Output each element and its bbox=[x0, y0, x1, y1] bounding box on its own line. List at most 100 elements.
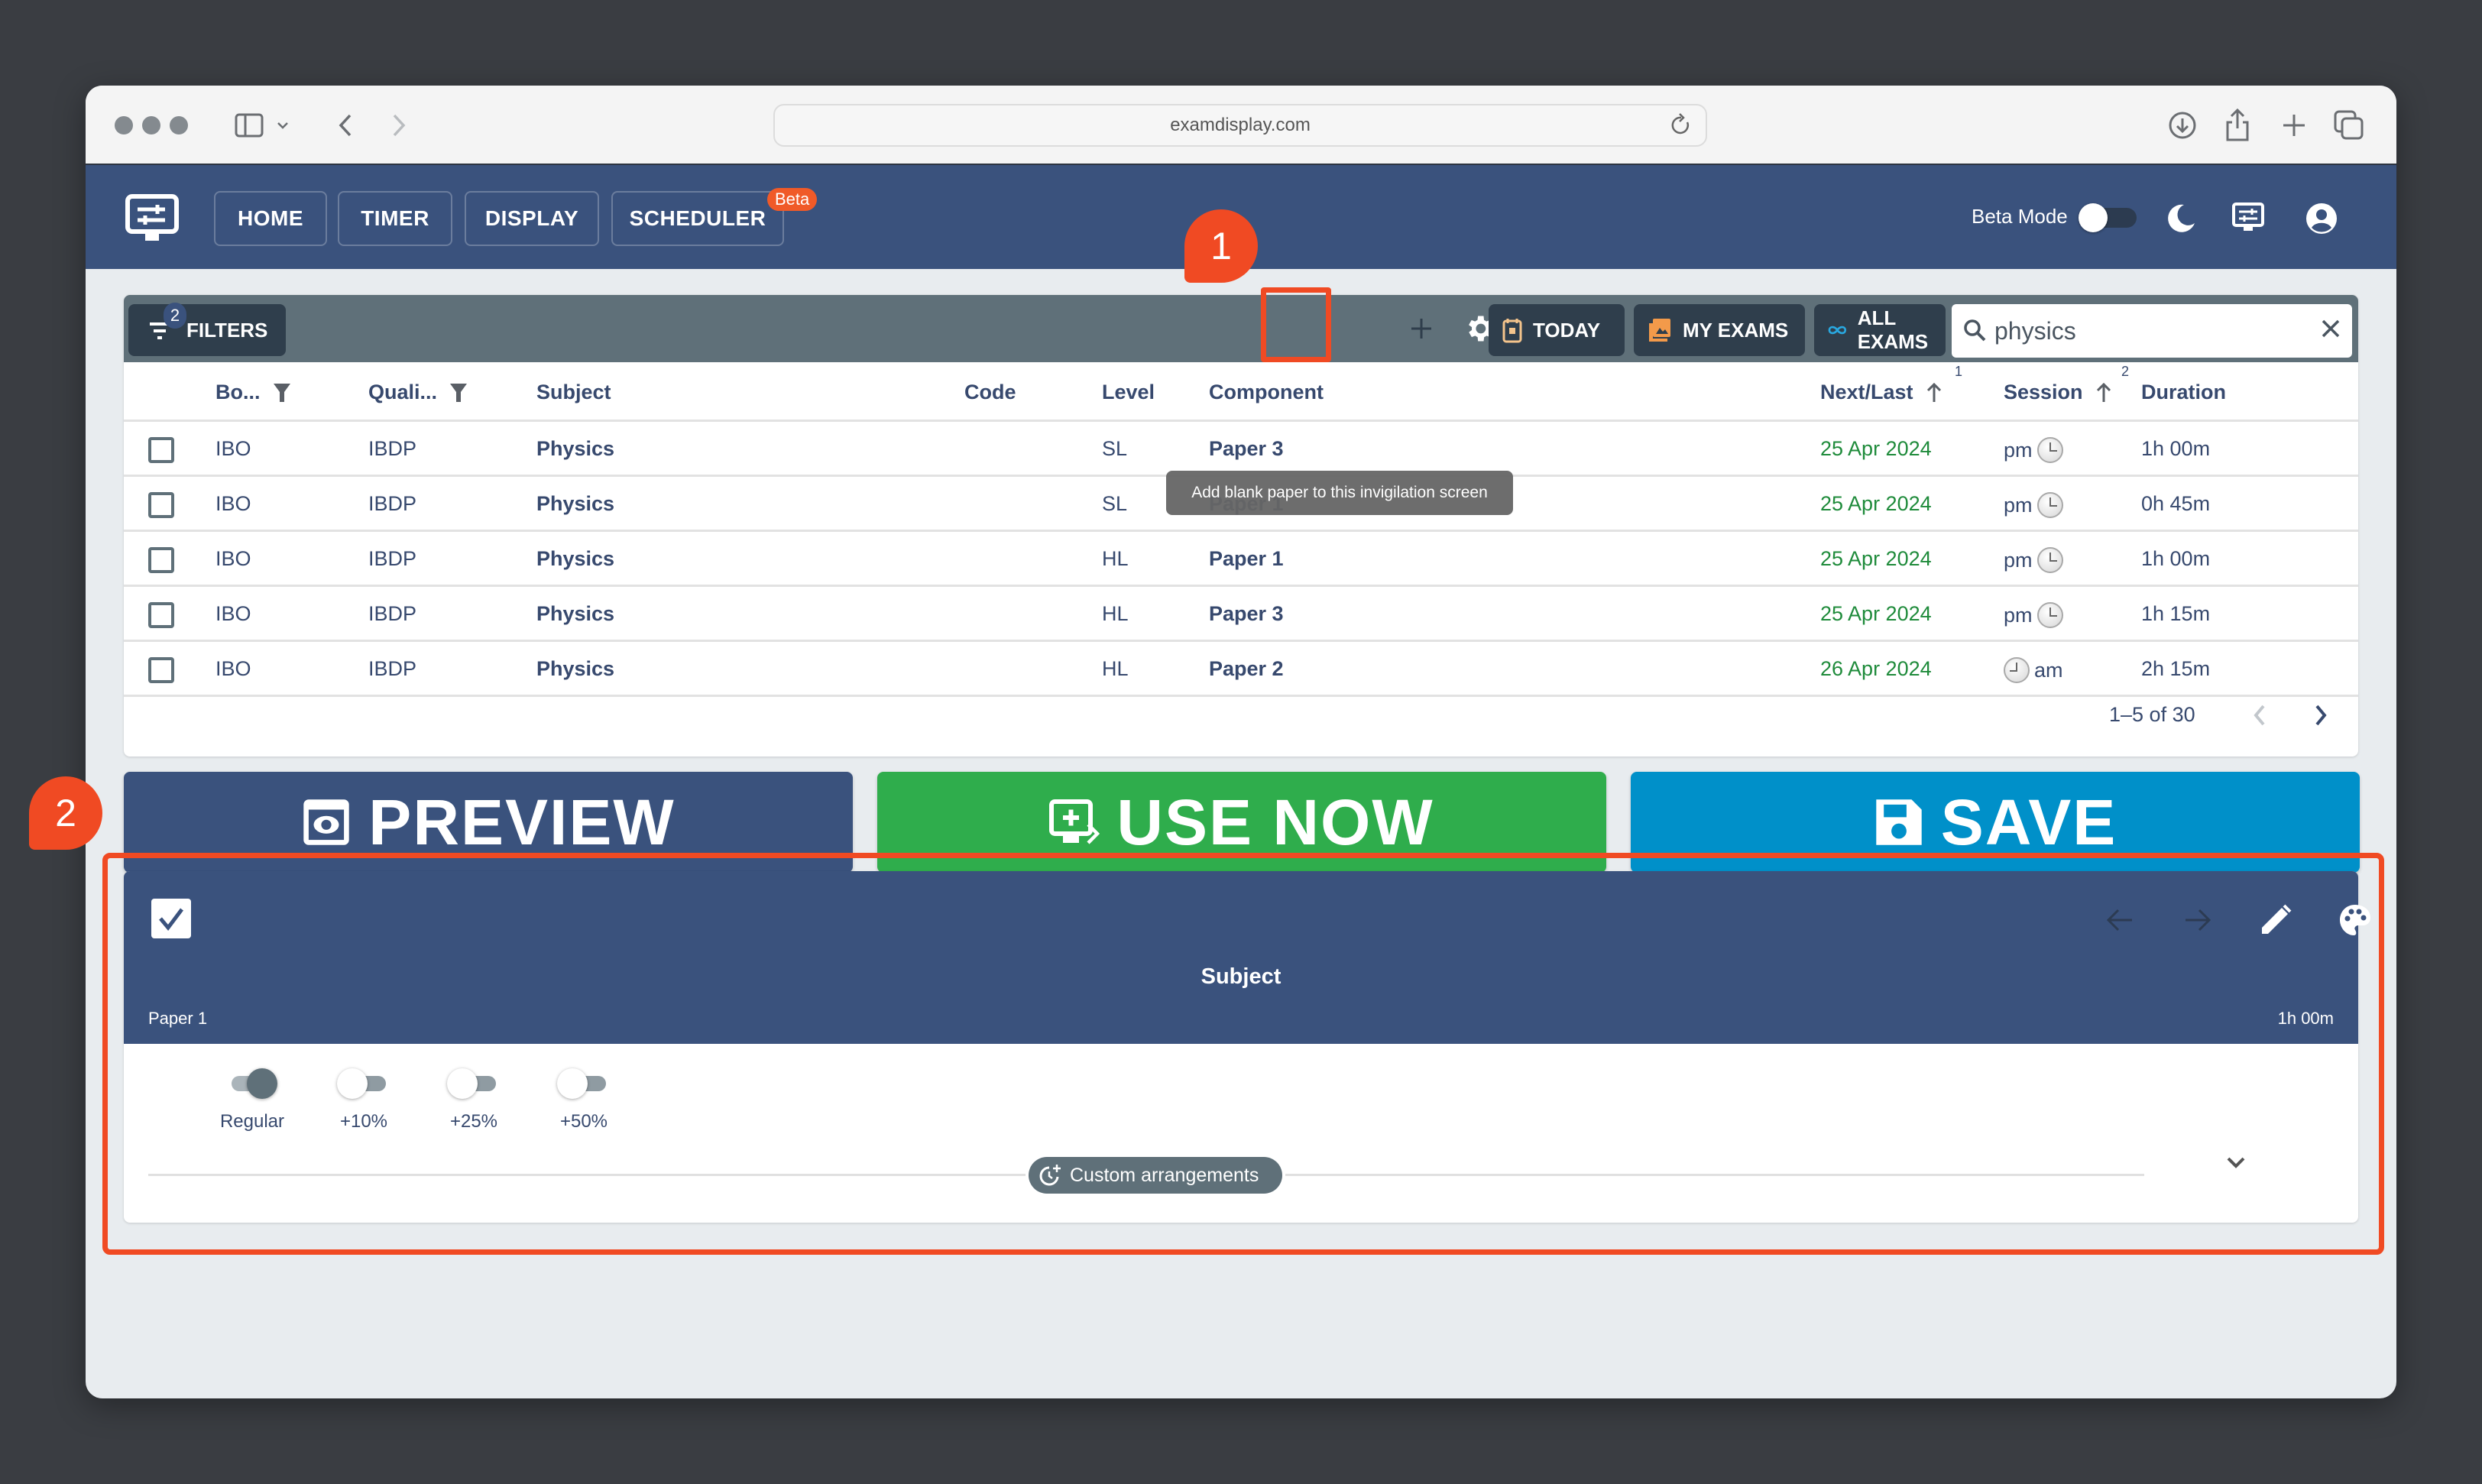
column-header-qualification[interactable]: Quali... bbox=[368, 381, 468, 404]
cell-subject: Physics bbox=[536, 437, 615, 460]
filters-button[interactable]: 2 FILTERS bbox=[128, 303, 286, 356]
previous-page-button[interactable] bbox=[2248, 700, 2271, 734]
clear-search-icon[interactable] bbox=[2320, 318, 2341, 343]
forward-icon[interactable] bbox=[384, 105, 414, 145]
nav-home-label: HOME bbox=[238, 206, 303, 230]
cell-qualification: IBDP bbox=[368, 437, 417, 460]
column-header-component[interactable]: Component bbox=[1209, 381, 1324, 404]
column-header-code[interactable]: Code bbox=[964, 381, 1016, 404]
cell-board: IBO bbox=[215, 657, 251, 680]
table-row[interactable]: IBO IBDP Physics HL Paper 1 25 Apr 2024 1h 00m… bbox=[124, 532, 2358, 587]
chevron-right-icon bbox=[2315, 705, 2327, 726]
cell-session: pm bbox=[2004, 437, 2063, 463]
minimize-window-button[interactable] bbox=[142, 116, 160, 134]
table-header: Bo... Quali... Subject Code Level Compon… bbox=[124, 362, 2358, 422]
clock-icon bbox=[2036, 602, 2063, 628]
app-logo-icon[interactable] bbox=[125, 194, 179, 243]
floppy-disk-icon bbox=[1876, 799, 1922, 845]
zoom-window-button[interactable] bbox=[170, 116, 188, 134]
cell-date: 25 Apr 2024 bbox=[1820, 437, 1932, 460]
nav-display-label: DISPLAY bbox=[484, 206, 579, 230]
session-label: pm bbox=[2004, 493, 2033, 517]
display-settings-icon[interactable] bbox=[2231, 202, 2265, 235]
add-blank-paper-button[interactable] bbox=[1401, 309, 1441, 348]
row-checkbox[interactable] bbox=[148, 492, 174, 518]
download-icon[interactable] bbox=[2166, 105, 2199, 145]
column-header-qualification-label: Quali... bbox=[368, 381, 438, 403]
plus-icon bbox=[1411, 319, 1431, 339]
today-button[interactable]: TODAY bbox=[1489, 304, 1625, 356]
beta-mode-toggle-knob bbox=[2079, 203, 2108, 232]
all-exams-button[interactable]: ALL EXAMS bbox=[1814, 304, 1946, 356]
reload-icon[interactable] bbox=[1670, 113, 1692, 143]
beta-badge: Beta bbox=[767, 188, 818, 211]
table-row[interactable]: IBO IBDP Physics HL Paper 3 25 Apr 2024 1h 15m… bbox=[124, 587, 2358, 642]
session-label: pm bbox=[2004, 438, 2033, 462]
nav-timer[interactable]: TIMER bbox=[338, 191, 452, 246]
column-header-duration[interactable]: Duration bbox=[2141, 381, 2226, 404]
my-exams-button[interactable]: MY EXAMS bbox=[1634, 304, 1805, 356]
cell-level: HL bbox=[1102, 657, 1129, 680]
cell-date: 26 Apr 2024 bbox=[1820, 657, 1932, 680]
cell-session: pm bbox=[2004, 492, 2063, 518]
sort-order-1: 1 bbox=[1955, 364, 1963, 379]
session-label: am bbox=[2034, 658, 2063, 682]
cell-duration: 1h 15m bbox=[2141, 602, 2211, 625]
column-header-board[interactable]: Bo... bbox=[215, 381, 291, 404]
account-icon[interactable] bbox=[2305, 202, 2338, 235]
annotation-highlight-add-button bbox=[1261, 287, 1331, 362]
search-input[interactable] bbox=[1994, 313, 2300, 348]
row-checkbox[interactable] bbox=[148, 547, 174, 573]
table-row[interactable]: IBO IBDP Physics HL Paper 2 26 Apr 2024 2h 15m… bbox=[124, 642, 2358, 697]
my-exams-label: MY EXAMS bbox=[1683, 318, 1789, 342]
filter-funnel-icon[interactable] bbox=[449, 382, 468, 403]
beta-mode-label: Beta Mode bbox=[1972, 205, 2068, 228]
nav-display[interactable]: DISPLAY bbox=[465, 191, 599, 246]
sidebar-toggle-icon[interactable] bbox=[232, 105, 266, 145]
search-field[interactable] bbox=[1952, 304, 2352, 358]
cell-level: SL bbox=[1102, 492, 1128, 515]
new-tab-icon[interactable] bbox=[2277, 105, 2311, 145]
preview-eye-icon bbox=[303, 799, 349, 845]
back-icon[interactable] bbox=[330, 105, 361, 145]
sort-ascending-icon bbox=[2096, 382, 2111, 402]
nav-home[interactable]: HOME bbox=[214, 191, 327, 246]
share-icon[interactable] bbox=[2221, 105, 2254, 145]
row-checkbox[interactable] bbox=[148, 602, 174, 628]
filter-funnel-icon[interactable] bbox=[273, 382, 291, 403]
row-checkbox[interactable] bbox=[148, 657, 174, 683]
cell-subject: Physics bbox=[536, 602, 615, 625]
url-text: examdisplay.com bbox=[1170, 115, 1311, 135]
sort-ascending-icon bbox=[1926, 382, 1941, 402]
annotation-callout-1: 1 bbox=[1184, 209, 1258, 283]
filters-label: FILTERS bbox=[186, 318, 268, 342]
clock-icon bbox=[2036, 437, 2063, 463]
column-header-level[interactable]: Level bbox=[1102, 381, 1155, 404]
column-header-session[interactable]: Session 2 bbox=[2004, 364, 2129, 404]
close-window-button[interactable] bbox=[115, 116, 133, 134]
dark-mode-moon-icon[interactable] bbox=[2164, 202, 2198, 235]
cell-component: Paper 1 bbox=[1209, 547, 1284, 570]
row-checkbox[interactable] bbox=[148, 437, 174, 463]
cell-board: IBO bbox=[215, 492, 251, 515]
cell-duration: 2h 15m bbox=[2141, 657, 2211, 680]
cell-session: pm bbox=[2004, 602, 2063, 628]
next-page-button[interactable] bbox=[2309, 700, 2332, 734]
cell-date: 25 Apr 2024 bbox=[1820, 547, 1932, 570]
annotation-highlight-paper-card bbox=[102, 853, 2384, 1255]
tabs-overview-icon[interactable] bbox=[2332, 105, 2366, 145]
table-row[interactable]: IBO IBDP Physics SL Paper 3 25 Apr 2024 1h 00m… bbox=[124, 422, 2358, 477]
address-bar[interactable]: examdisplay.com bbox=[773, 104, 1707, 147]
cell-session: pm bbox=[2004, 547, 2063, 573]
use-now-label: USE NOW bbox=[1116, 786, 1434, 858]
nav-timer-label: TIMER bbox=[361, 206, 429, 230]
sort-order-2: 2 bbox=[2121, 364, 2130, 379]
column-header-next-last[interactable]: Next/Last 1 bbox=[1820, 364, 1962, 404]
cell-qualification: IBDP bbox=[368, 602, 417, 625]
column-header-subject[interactable]: Subject bbox=[536, 381, 611, 404]
chevron-down-icon[interactable] bbox=[274, 105, 292, 145]
nav-scheduler[interactable]: SCHEDULER bbox=[611, 191, 784, 246]
screen-add-icon bbox=[1049, 799, 1100, 844]
beta-mode-toggle[interactable] bbox=[2079, 203, 2137, 232]
column-header-board-label: Bo... bbox=[215, 381, 261, 403]
